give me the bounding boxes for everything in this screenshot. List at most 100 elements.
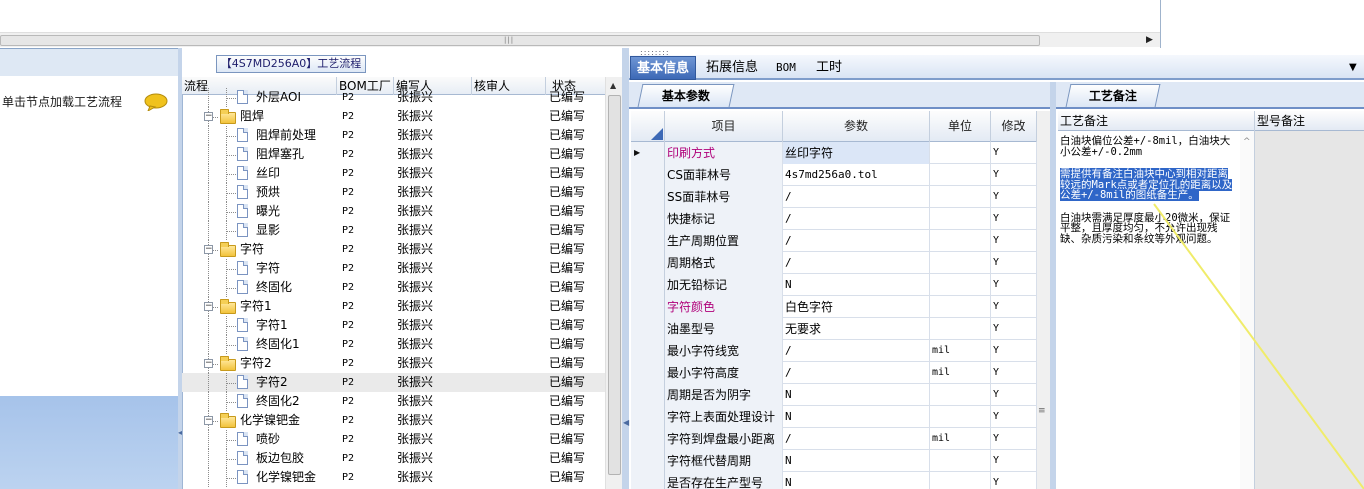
row-header[interactable] bbox=[631, 362, 665, 384]
param-row[interactable]: 加无铅标记 N Y bbox=[631, 274, 1037, 296]
param-unit-cell[interactable] bbox=[930, 450, 991, 472]
param-row[interactable]: 字符颜色 白色字符 Y bbox=[631, 296, 1037, 318]
param-value-cell[interactable]: / bbox=[783, 186, 930, 208]
param-unit-cell[interactable] bbox=[930, 252, 991, 274]
param-row[interactable]: 周期格式 / Y bbox=[631, 252, 1037, 274]
param-unit-cell[interactable] bbox=[930, 296, 991, 318]
tree-row[interactable]: 外层AOI P2 张振兴 已编写 bbox=[182, 88, 607, 107]
param-value-cell[interactable]: N bbox=[783, 274, 930, 296]
param-modify-cell[interactable]: Y bbox=[991, 318, 1037, 340]
param-value-cell[interactable]: N bbox=[783, 384, 930, 406]
param-unit-cell[interactable] bbox=[930, 230, 991, 252]
param-modify-cell[interactable]: Y bbox=[991, 142, 1037, 164]
param-row[interactable]: 字符框代替周期 N Y bbox=[631, 450, 1037, 472]
param-unit-cell[interactable] bbox=[930, 384, 991, 406]
tree-row[interactable]: − 阻焊 P2 张振兴 已编写 bbox=[182, 107, 607, 126]
middle-splitter[interactable]: ◀ bbox=[622, 48, 629, 489]
param-unit-cell[interactable]: mil bbox=[930, 340, 991, 362]
param-modify-cell[interactable]: Y bbox=[991, 186, 1037, 208]
horizontal-scrollbar[interactable]: ||| ▶ bbox=[0, 32, 1160, 47]
param-modify-cell[interactable]: Y bbox=[991, 362, 1037, 384]
col-header-model-notes[interactable]: 型号备注 bbox=[1255, 111, 1364, 131]
tab-basic-params[interactable]: 基本参数 bbox=[637, 84, 735, 107]
param-modify-cell[interactable]: Y bbox=[991, 450, 1037, 472]
param-modify-cell[interactable]: Y bbox=[991, 208, 1037, 230]
row-header[interactable] bbox=[631, 472, 665, 489]
tab-process-notes[interactable]: 工艺备注 bbox=[1065, 84, 1161, 107]
tree-row[interactable]: − 字符1 P2 张振兴 已编写 bbox=[182, 297, 607, 316]
col-header-modify[interactable]: 修改 bbox=[991, 111, 1037, 142]
row-header[interactable] bbox=[631, 274, 665, 296]
tree-row[interactable]: 丝印 P2 张振兴 已编写 bbox=[182, 164, 607, 183]
param-value-cell[interactable]: N bbox=[783, 472, 930, 489]
tree-row[interactable]: 板边包胶 P2 张振兴 已编写 bbox=[182, 449, 607, 468]
row-header[interactable]: ▶ bbox=[631, 142, 665, 164]
param-row[interactable]: 油墨型号 无要求 Y bbox=[631, 318, 1037, 340]
param-value-cell[interactable]: / bbox=[783, 340, 930, 362]
param-unit-cell[interactable]: mil bbox=[930, 428, 991, 450]
collapse-toggle-icon[interactable]: − bbox=[204, 359, 213, 368]
param-unit-cell[interactable] bbox=[930, 472, 991, 489]
tab-basic-info[interactable]: 基本信息 bbox=[630, 56, 697, 80]
tree-row[interactable]: 预烘 P2 张振兴 已编写 bbox=[182, 183, 607, 202]
row-header[interactable] bbox=[631, 208, 665, 230]
param-unit-cell[interactable] bbox=[930, 406, 991, 428]
param-value-cell[interactable]: / bbox=[783, 230, 930, 252]
param-modify-cell[interactable]: Y bbox=[991, 340, 1037, 362]
scroll-up-arrow-icon[interactable]: ▲ bbox=[610, 81, 616, 90]
param-value-cell[interactable]: / bbox=[783, 428, 930, 450]
row-header[interactable] bbox=[631, 296, 665, 318]
param-row[interactable]: 周期是否为阴字 N Y bbox=[631, 384, 1037, 406]
param-row[interactable]: 快捷标记 / Y bbox=[631, 208, 1037, 230]
scrollbar-thumb[interactable] bbox=[0, 35, 1040, 46]
row-header[interactable] bbox=[631, 428, 665, 450]
param-row[interactable]: 字符上表面处理设计 N Y bbox=[631, 406, 1037, 428]
param-unit-cell[interactable] bbox=[930, 274, 991, 296]
param-value-cell[interactable]: N bbox=[783, 406, 930, 428]
collapse-toggle-icon[interactable]: − bbox=[204, 302, 213, 311]
tree-row[interactable]: 终固化 P2 张振兴 已编写 bbox=[182, 278, 607, 297]
tab-list-dropdown-icon[interactable]: ▼ bbox=[1349, 62, 1357, 73]
collapse-toggle-icon[interactable]: − bbox=[204, 112, 213, 121]
param-unit-cell[interactable]: mil bbox=[930, 362, 991, 384]
row-header[interactable] bbox=[631, 384, 665, 406]
param-value-cell[interactable]: / bbox=[783, 208, 930, 230]
tree-row[interactable]: 曝光 P2 张振兴 已编写 bbox=[182, 202, 607, 221]
row-header[interactable] bbox=[631, 406, 665, 428]
col-header-unit[interactable]: 单位 bbox=[930, 111, 991, 142]
row-header[interactable] bbox=[631, 450, 665, 472]
tab-bom[interactable]: BOM bbox=[770, 56, 802, 80]
param-unit-cell[interactable] bbox=[930, 164, 991, 186]
row-header[interactable] bbox=[631, 252, 665, 274]
tree-row[interactable]: 喷砂 P2 张振兴 已编写 bbox=[182, 430, 607, 449]
tree-row[interactable]: 字符1 P2 张振兴 已编写 bbox=[182, 316, 607, 335]
row-header[interactable] bbox=[631, 186, 665, 208]
param-unit-cell[interactable] bbox=[930, 142, 991, 164]
tree-row[interactable]: 字符2 P2 张振兴 已编写 bbox=[182, 373, 607, 392]
param-value-cell[interactable]: 丝印字符 bbox=[783, 142, 930, 164]
param-value-cell[interactable]: 无要求 bbox=[783, 318, 930, 340]
tree-row[interactable]: − 字符2 P2 张振兴 已编写 bbox=[182, 354, 607, 373]
scrollbar-thumb[interactable] bbox=[608, 95, 621, 475]
param-row[interactable]: 生产周期位置 / Y bbox=[631, 230, 1037, 252]
row-header[interactable] bbox=[631, 230, 665, 252]
row-header[interactable] bbox=[631, 164, 665, 186]
param-modify-cell[interactable]: Y bbox=[991, 472, 1037, 489]
param-row[interactable]: 最小字符线宽 / mil Y bbox=[631, 340, 1037, 362]
param-value-cell[interactable]: / bbox=[783, 362, 930, 384]
param-value-cell[interactable]: 白色字符 bbox=[783, 296, 930, 318]
param-value-cell[interactable]: / bbox=[783, 252, 930, 274]
param-grid-scrollbar[interactable]: ≡ bbox=[1037, 111, 1050, 489]
param-unit-cell[interactable] bbox=[930, 186, 991, 208]
scroll-right-arrow-icon[interactable]: ▶ bbox=[1146, 35, 1153, 45]
tree-row[interactable]: 阻焊前处理 P2 张振兴 已编写 bbox=[182, 126, 607, 145]
param-row[interactable]: ▶ 印刷方式 丝印字符 Y bbox=[631, 142, 1037, 164]
col-header-process-notes[interactable]: 工艺备注 bbox=[1058, 111, 1255, 131]
scroll-up-arrow-icon[interactable]: ^ bbox=[1243, 137, 1251, 147]
row-header[interactable] bbox=[631, 340, 665, 362]
param-row[interactable]: 字符到焊盘最小距离 / mil Y bbox=[631, 428, 1037, 450]
tree-row[interactable]: − 字符 P2 张振兴 已编写 bbox=[182, 240, 607, 259]
row-header[interactable] bbox=[631, 318, 665, 340]
param-modify-cell[interactable]: Y bbox=[991, 164, 1037, 186]
param-value-cell[interactable]: N bbox=[783, 450, 930, 472]
